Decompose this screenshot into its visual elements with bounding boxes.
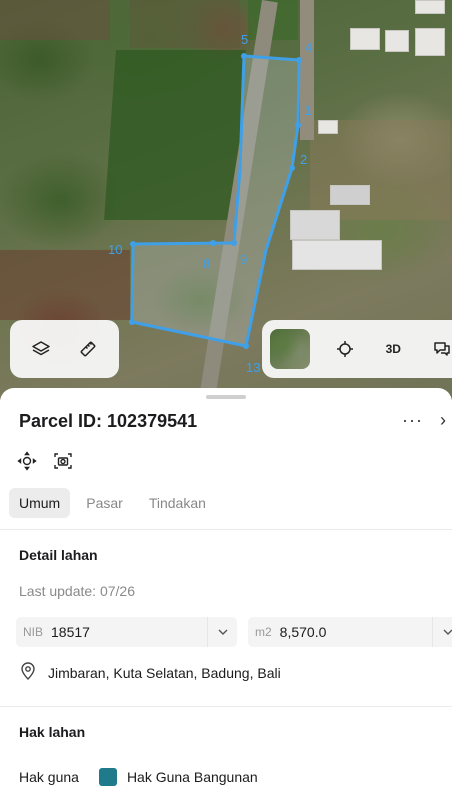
point-label: 2 bbox=[300, 152, 307, 167]
parcel-title: Parcel ID: 102379541 bbox=[19, 411, 198, 431]
rights-label: Hak guna bbox=[19, 769, 79, 785]
chevron-down-icon[interactable] bbox=[432, 617, 452, 647]
point-label: 5 bbox=[241, 32, 248, 47]
point-label: 9 bbox=[240, 252, 247, 267]
rights-value: Hak Guna Bangunan bbox=[126, 769, 258, 785]
divider bbox=[0, 529, 452, 530]
more-options-icon[interactable]: ··· bbox=[402, 410, 423, 431]
point-label: 1 bbox=[305, 103, 312, 118]
satellite-map[interactable]: 4 1 2 5 10 8 9 13 3D bbox=[0, 0, 452, 400]
map-controls-left bbox=[10, 320, 119, 378]
sheet-tabs: Umum Pasar Tindakan bbox=[9, 488, 216, 518]
rights-color-swatch bbox=[98, 768, 117, 786]
ruler-icon[interactable] bbox=[67, 328, 109, 370]
section-title-hak: Hak lahan bbox=[19, 724, 86, 740]
map-controls-right: 3D bbox=[262, 320, 452, 378]
area-value: 8,570.0 bbox=[279, 624, 327, 640]
location-pin-icon bbox=[19, 661, 37, 684]
parcel-detail-sheet: Parcel ID: 102379541 ··· › Umum Pasar Ti… bbox=[0, 388, 452, 804]
parcel-tools bbox=[16, 450, 74, 472]
nib-value: 18517 bbox=[51, 624, 90, 640]
nib-field[interactable]: NIB 18517 bbox=[16, 617, 237, 647]
sheet-drag-handle[interactable] bbox=[206, 395, 246, 399]
point-label: 8 bbox=[203, 256, 210, 271]
zoom-to-parcel-icon[interactable] bbox=[16, 450, 38, 472]
area-prefix: m2 bbox=[255, 625, 272, 639]
tab-tindakan[interactable]: Tindakan bbox=[139, 488, 216, 518]
three-d-button[interactable]: 3D bbox=[373, 328, 414, 370]
point-label: 13 bbox=[246, 360, 260, 375]
screenshot-icon[interactable] bbox=[52, 450, 74, 472]
tab-pasar[interactable]: Pasar bbox=[76, 488, 133, 518]
layers-icon[interactable] bbox=[20, 328, 62, 370]
divider bbox=[0, 706, 452, 707]
area-field[interactable]: m2 8,570.0 bbox=[248, 617, 452, 647]
location-row: Jimbaran, Kuta Selatan, Badung, Bali bbox=[19, 661, 281, 684]
last-update-text: Last update: 07/26 bbox=[19, 583, 135, 599]
point-label: 4 bbox=[305, 40, 312, 55]
crosshair-icon[interactable] bbox=[325, 328, 366, 370]
point-label: 10 bbox=[108, 242, 122, 257]
section-title-detail: Detail lahan bbox=[19, 547, 98, 563]
close-icon[interactable]: › bbox=[440, 410, 446, 431]
location-text: Jimbaran, Kuta Selatan, Badung, Bali bbox=[48, 664, 281, 681]
nib-prefix: NIB bbox=[23, 625, 44, 639]
chevron-down-icon[interactable] bbox=[207, 617, 237, 647]
chat-icon[interactable] bbox=[422, 328, 452, 370]
rights-row: Hak guna Hak Guna Bangunan bbox=[19, 768, 258, 786]
tab-umum[interactable]: Umum bbox=[9, 488, 71, 518]
basemap-thumbnail[interactable] bbox=[270, 328, 311, 370]
